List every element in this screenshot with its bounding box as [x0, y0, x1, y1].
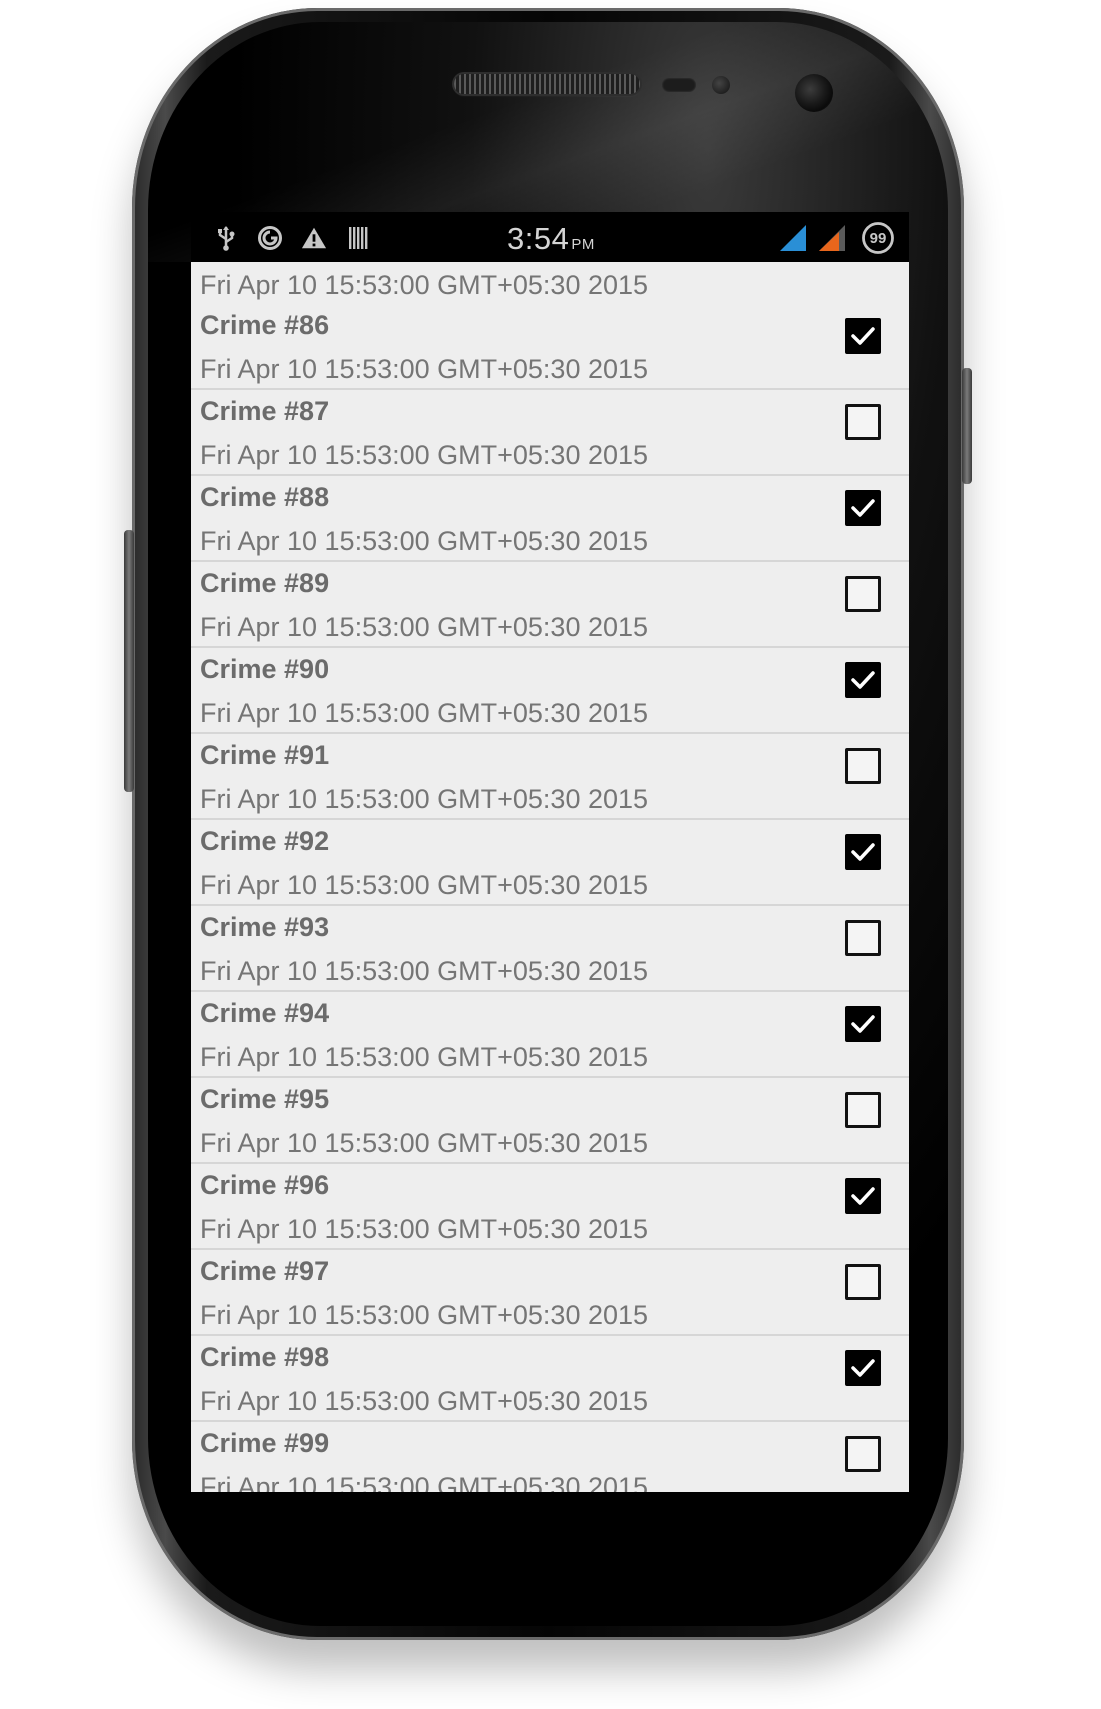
crime-date: Fri Apr 10 15:53:00 GMT+05:30 2015	[200, 1386, 649, 1416]
device-mockup: 3:54 PM 99 Fri Apr 10 15:53:00 GMT+05:30…	[0, 0, 1101, 1709]
crime-title: Crime #90	[200, 654, 330, 684]
crime-list-item[interactable]: Crime #95 Fri Apr 10 15:53:00 GMT+05:30 2…	[191, 1078, 909, 1164]
barcode-icon	[345, 225, 371, 251]
crime-title: Crime #93	[200, 912, 330, 942]
crime-date: Fri Apr 10 15:53:00 GMT+05:30 2015	[200, 440, 649, 470]
signal-orange-icon	[817, 225, 847, 251]
crime-date: Fri Apr 10 15:53:00 GMT+05:30 2015	[200, 526, 649, 556]
crime-list-item[interactable]: Crime #89 Fri Apr 10 15:53:00 GMT+05:30 2…	[191, 562, 909, 648]
crime-date: Fri Apr 10 15:53:00 GMT+05:30 2015	[200, 1300, 649, 1330]
crime-title: Crime #94	[200, 998, 330, 1028]
crime-list-item[interactable]: Crime #93 Fri Apr 10 15:53:00 GMT+05:30 2…	[191, 906, 909, 992]
solved-checkbox[interactable]	[845, 1350, 881, 1386]
solved-checkbox[interactable]	[845, 834, 881, 870]
crime-date: Fri Apr 10 15:53:00 GMT+05:30 2015	[200, 1042, 649, 1072]
check-icon	[851, 327, 875, 345]
screen: 3:54 PM 99 Fri Apr 10 15:53:00 GMT+05:30…	[191, 212, 909, 1492]
crime-title: Crime #92	[200, 826, 330, 856]
usb-icon	[213, 225, 239, 251]
crime-date: Fri Apr 10 15:53:00 GMT+05:30 2015	[200, 1472, 649, 1492]
crime-list-item[interactable]: Crime #86 Fri Apr 10 15:53:00 GMT+05:30 2…	[191, 304, 909, 390]
status-clock: 3:54 PM	[507, 221, 595, 257]
solved-checkbox[interactable]	[845, 1264, 881, 1300]
crime-list-item[interactable]: Crime #92 Fri Apr 10 15:53:00 GMT+05:30 2…	[191, 820, 909, 906]
crime-title: Crime #86	[200, 310, 330, 340]
crime-title: Crime #89	[200, 568, 330, 598]
crime-title: Crime #88	[200, 482, 330, 512]
crime-title: Crime #97	[200, 1256, 330, 1286]
check-icon	[851, 1187, 875, 1205]
battery-icon: 99	[861, 221, 895, 255]
crime-date: Fri Apr 10 15:53:00 GMT+05:30 2015	[200, 354, 649, 384]
crime-list[interactable]: Fri Apr 10 15:53:00 GMT+05:30 2015 Crime…	[191, 262, 909, 1492]
crime-date: Fri Apr 10 15:53:00 GMT+05:30 2015	[200, 612, 649, 642]
check-icon	[851, 671, 875, 689]
crime-title: Crime #87	[200, 396, 330, 426]
solved-checkbox[interactable]	[845, 318, 881, 354]
crime-list-item[interactable]: Crime #90 Fri Apr 10 15:53:00 GMT+05:30 2…	[191, 648, 909, 734]
solved-checkbox[interactable]	[845, 920, 881, 956]
solved-checkbox[interactable]	[845, 748, 881, 784]
solved-checkbox[interactable]	[845, 1006, 881, 1042]
light-sensor	[712, 76, 730, 94]
check-icon	[851, 499, 875, 517]
earpiece-speaker	[454, 74, 640, 94]
solved-checkbox[interactable]	[845, 1092, 881, 1128]
crime-list-item[interactable]: Crime #88 Fri Apr 10 15:53:00 GMT+05:30 2…	[191, 476, 909, 562]
crime-date: Fri Apr 10 15:53:00 GMT+05:30 2015	[200, 270, 649, 300]
clock-time: 3:54	[507, 221, 570, 256]
crime-title: Crime #91	[200, 740, 330, 770]
check-icon	[851, 843, 875, 861]
front-camera	[795, 74, 833, 112]
crime-date: Fri Apr 10 15:53:00 GMT+05:30 2015	[200, 784, 649, 814]
proximity-sensor	[662, 78, 696, 92]
crime-date: Fri Apr 10 15:53:00 GMT+05:30 2015	[200, 1214, 649, 1244]
crime-list-item[interactable]: Crime #87 Fri Apr 10 15:53:00 GMT+05:30 2…	[191, 390, 909, 476]
crime-date: Fri Apr 10 15:53:00 GMT+05:30 2015	[200, 1128, 649, 1158]
crime-title: Crime #96	[200, 1170, 330, 1200]
crime-list-item[interactable]: Crime #98 Fri Apr 10 15:53:00 GMT+05:30 2…	[191, 1336, 909, 1422]
crime-list-item[interactable]: Crime #99 Fri Apr 10 15:53:00 GMT+05:30 2…	[191, 1422, 909, 1492]
status-bar[interactable]: 3:54 PM 99	[191, 212, 909, 262]
crime-list-item[interactable]: Crime #97 Fri Apr 10 15:53:00 GMT+05:30 2…	[191, 1250, 909, 1336]
battery-level: 99	[869, 229, 887, 247]
clock-ampm: PM	[571, 236, 595, 253]
check-icon	[851, 1359, 875, 1377]
solved-checkbox[interactable]	[845, 1436, 881, 1472]
power-button[interactable]	[962, 368, 972, 484]
crime-date: Fri Apr 10 15:53:00 GMT+05:30 2015	[200, 870, 649, 900]
solved-checkbox[interactable]	[845, 1178, 881, 1214]
crime-list-item[interactable]: Crime #91 Fri Apr 10 15:53:00 GMT+05:30 2…	[191, 734, 909, 820]
crime-list-item[interactable]: Crime #96 Fri Apr 10 15:53:00 GMT+05:30 2…	[191, 1164, 909, 1250]
solved-checkbox[interactable]	[845, 404, 881, 440]
solved-checkbox[interactable]	[845, 576, 881, 612]
crime-date: Fri Apr 10 15:53:00 GMT+05:30 2015	[200, 956, 649, 986]
crime-date: Fri Apr 10 15:53:00 GMT+05:30 2015	[200, 698, 649, 728]
check-icon	[851, 1015, 875, 1033]
crime-title: Crime #99	[200, 1428, 330, 1458]
signal-blue-icon	[778, 225, 808, 251]
warning-icon	[301, 225, 327, 251]
list-item-partial[interactable]: Fri Apr 10 15:53:00 GMT+05:30 2015	[191, 262, 909, 306]
sync-icon	[257, 225, 283, 251]
solved-checkbox[interactable]	[845, 662, 881, 698]
crime-list-item[interactable]: Crime #94 Fri Apr 10 15:53:00 GMT+05:30 2…	[191, 992, 909, 1078]
volume-button[interactable]	[124, 530, 134, 792]
solved-checkbox[interactable]	[845, 490, 881, 526]
crime-title: Crime #98	[200, 1342, 330, 1372]
crime-title: Crime #95	[200, 1084, 330, 1114]
